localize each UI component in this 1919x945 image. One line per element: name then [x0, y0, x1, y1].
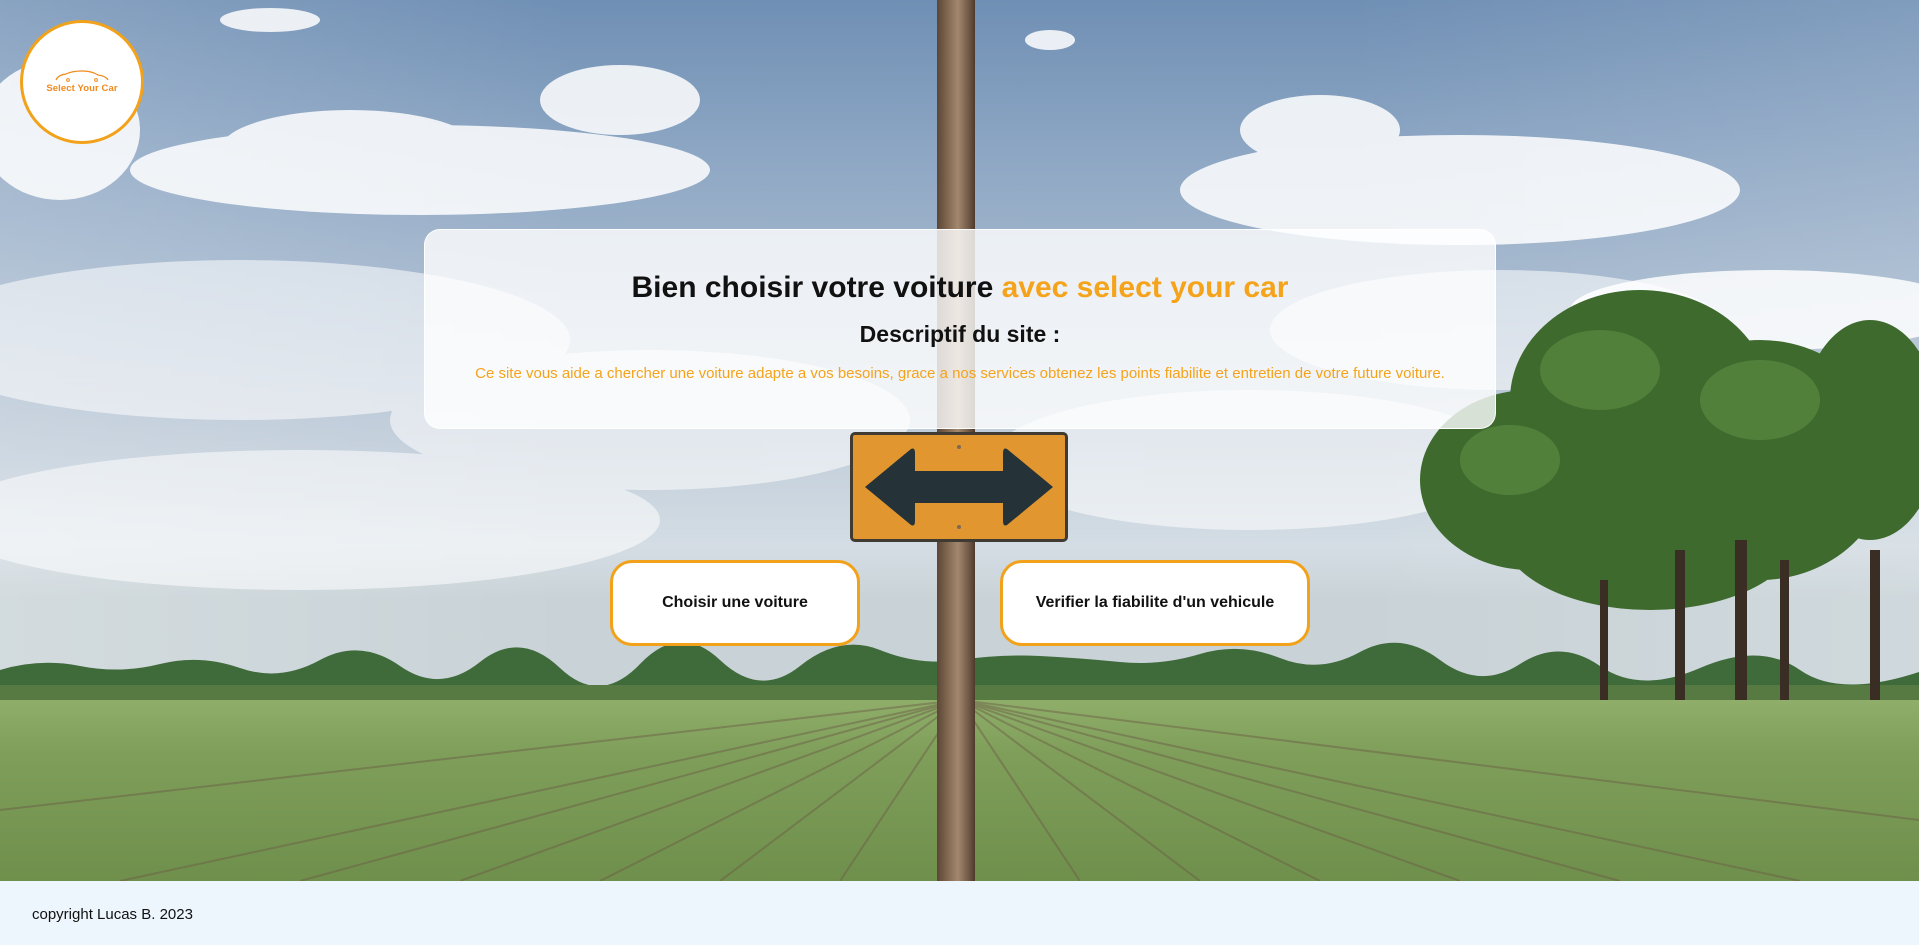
double-arrow-sign-icon: [850, 432, 1068, 542]
footer: copyright Lucas B. 2023: [0, 881, 1919, 945]
hero-card: Bien choisir votre voiture avec select y…: [424, 229, 1496, 429]
title-main: Bien choisir votre voiture: [631, 271, 1002, 304]
landing-page: Select Your Car Bien choisir votre voitu…: [0, 0, 1919, 945]
page-title: Bien choisir votre voiture avec select y…: [425, 270, 1495, 306]
choose-car-button[interactable]: Choisir une voiture: [610, 560, 860, 646]
background-image: [0, 0, 1919, 881]
title-accent: avec select your car: [1001, 271, 1289, 304]
logo-text: Select Your Car: [46, 83, 118, 94]
site-logo[interactable]: Select Your Car: [20, 20, 144, 144]
car-outline-icon: [55, 70, 109, 82]
verify-reliability-button[interactable]: Verifier la fiabilite d'un vehicule: [1000, 560, 1310, 646]
copyright-text: copyright Lucas B. 2023: [32, 906, 193, 923]
section-subtitle: Descriptif du site :: [859, 321, 1061, 347]
site-description: Ce site vous aide a chercher une voiture…: [475, 365, 1445, 382]
